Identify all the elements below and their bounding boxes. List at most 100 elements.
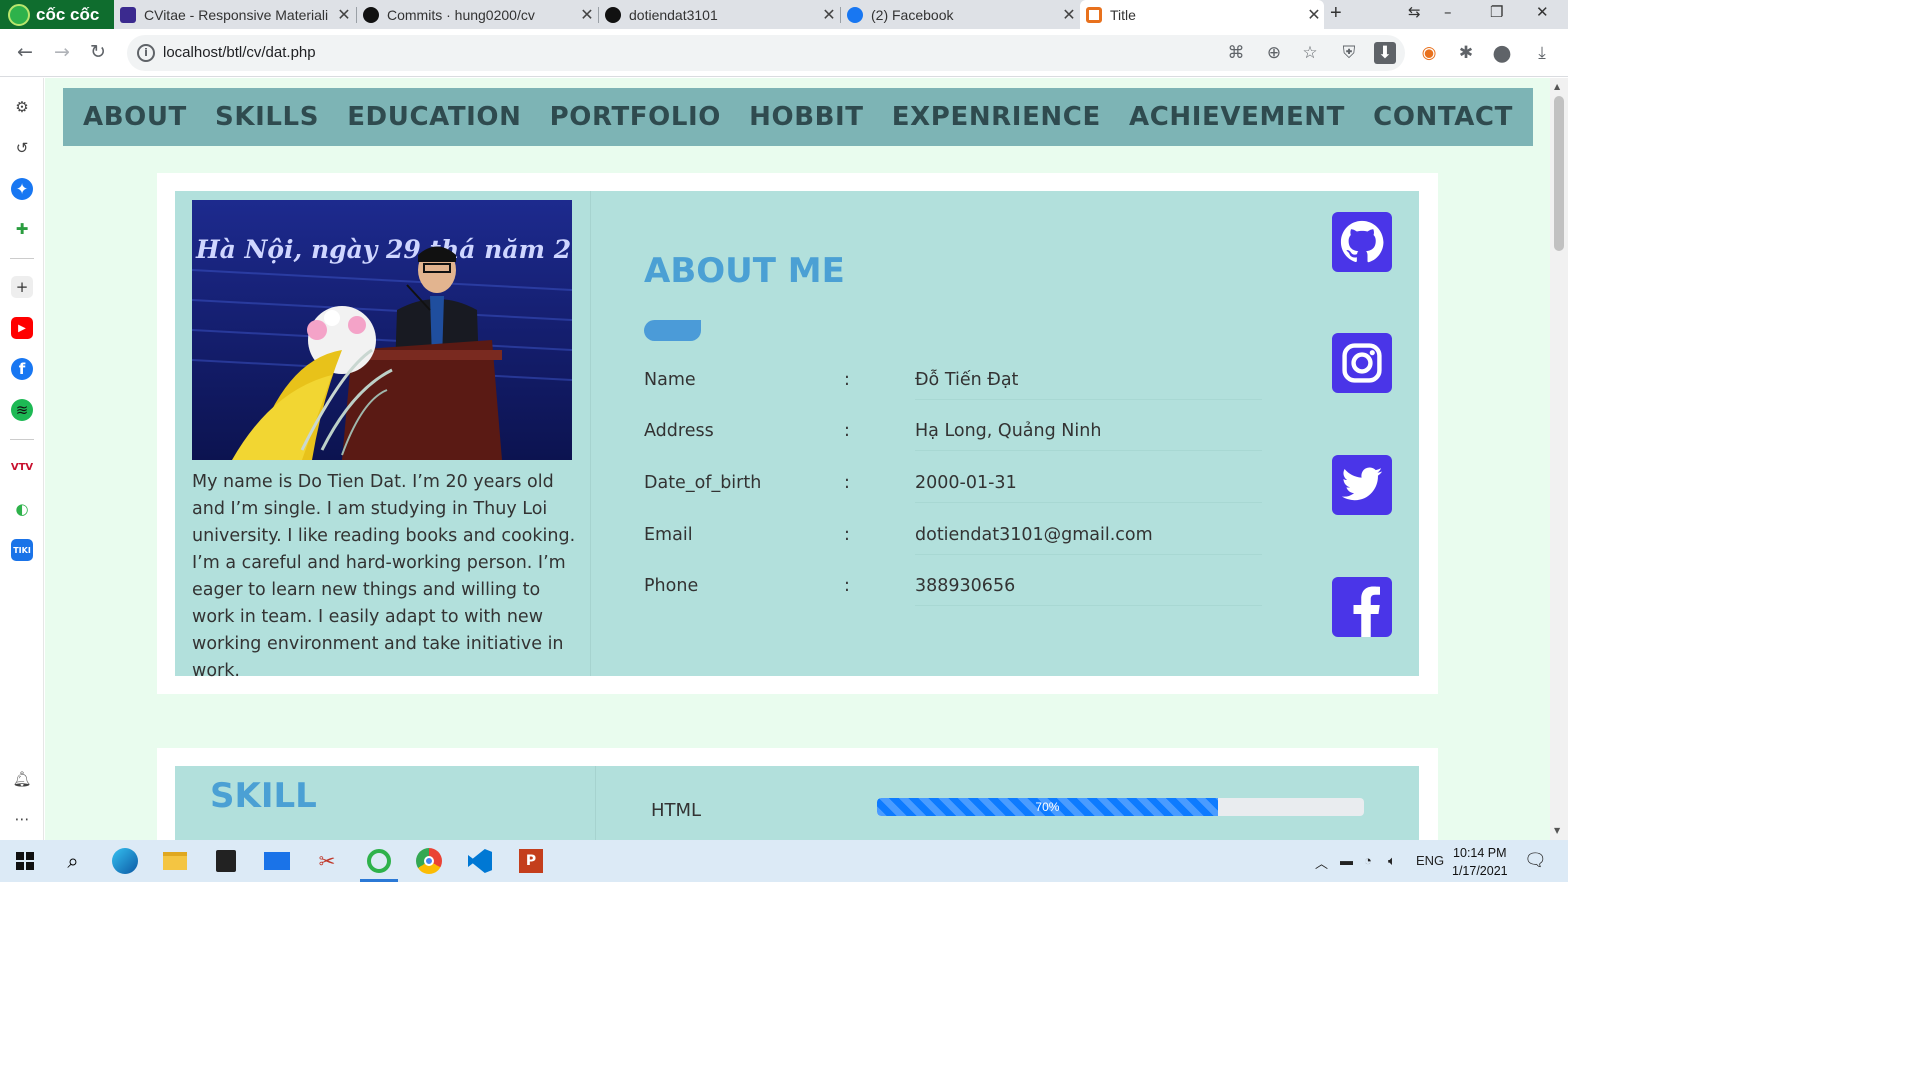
notification-center-icon[interactable]: 🗨︎ [1524,850,1547,871]
taskbar-clock[interactable]: 10:14 PM 1/17/2021 [1452,844,1508,880]
coccoc-icon[interactable]: ◉ [1418,42,1440,64]
main-navbar: ABOUT SKILLS EDUCATION PORTFOLIO HOBBIT … [63,88,1533,146]
close-icon[interactable]: ✕ [577,5,597,25]
tiki-icon[interactable]: TIKI [11,539,33,561]
tab-facebook[interactable]: (2) Facebook ✕ [841,0,1079,29]
close-icon[interactable]: ✕ [1059,5,1079,25]
puzzle-icon[interactable]: ✱ [1455,42,1477,64]
edge-icon[interactable] [100,840,150,882]
restore-button[interactable]: ❐ [1490,3,1503,21]
messenger-icon[interactable]: ✦ [11,178,33,200]
battery-icon[interactable]: ▬ [1340,853,1353,868]
wifi-icon[interactable]: ◔ [1364,853,1372,868]
star-icon[interactable]: ☆ [1299,42,1321,64]
bio-text: My name is Do Tien Dat. I’m 20 years old… [192,472,576,681]
tab-title: Title [1110,6,1136,23]
close-icon[interactable]: ✕ [334,5,354,25]
github-favicon-icon [605,6,621,23]
translate-icon[interactable]: ⌘ [1225,42,1247,64]
facebook-icon [1353,586,1380,637]
twitter-link[interactable] [1332,455,1392,515]
coccoc-game-icon[interactable]: ◐ [11,498,33,520]
minimize-button[interactable]: – [1444,3,1452,21]
scroll-thumb[interactable] [1554,96,1564,251]
nav-achievement[interactable]: ACHIEVEMENT [1129,102,1345,132]
spotify-icon[interactable]: ≋ [11,399,33,421]
tab-dotiendat[interactable]: dotiendat3101 ✕ [599,0,839,29]
start-button[interactable] [0,840,50,882]
vscode-icon[interactable] [455,840,505,882]
notification-bell-icon[interactable]: 🔔︎ [11,768,33,790]
github-link[interactable] [1332,212,1392,272]
nav-hobbit[interactable]: HOBBIT [749,102,864,132]
github-icon [1340,220,1384,263]
page-scrollbar[interactable]: ▲ ▼ [1550,78,1568,840]
nav-education[interactable]: EDUCATION [347,102,521,132]
search-icon[interactable]: ⌕ [48,840,98,882]
info-colon: : [844,525,850,545]
skill-title: SKILL [210,776,317,816]
facebook-icon[interactable]: f [11,358,33,380]
tab-title-active[interactable]: Title ✕ [1080,0,1324,29]
extension-shield-icon[interactable]: ⛨ [1338,42,1360,64]
language-indicator[interactable]: ENG [1416,853,1444,868]
tab-search-icon[interactable]: ⇆ [1408,3,1421,21]
tab-title: CVitae - Responsive Materiali [144,6,329,23]
close-icon[interactable]: ✕ [1304,5,1324,25]
tray-chevron-icon[interactable]: ︿ [1315,853,1328,872]
history-icon[interactable]: ↺ [11,137,33,159]
gamepad-icon[interactable]: ✚ [11,218,33,240]
browser-sidebar: ⚙ ↺ ✦ ✚ + ▶ f ≋ VTV ◐ TIKI 🔔︎ ⋯ [0,78,44,840]
add-icon[interactable]: + [11,276,33,298]
facebook-link[interactable] [1332,577,1392,637]
tab-commits[interactable]: Commits · hung0200/cv ✕ [357,0,597,29]
nav-about[interactable]: ABOUT [83,102,187,132]
page-viewport: ABOUT SKILLS EDUCATION PORTFOLIO HOBBIT … [45,78,1550,840]
nav-skills[interactable]: SKILLS [215,102,319,132]
file-explorer-icon[interactable] [150,840,200,882]
address-bar[interactable]: i localhost/btl/cv/dat.php ⌘ ⊕ ☆ [127,35,1405,71]
zoom-icon[interactable]: ⊕ [1263,42,1285,64]
info-colon: : [844,421,850,441]
chrome-icon[interactable] [404,840,454,882]
snipping-tool-icon[interactable]: ✂ [302,840,352,882]
coccoc-taskbar-icon[interactable] [354,840,404,882]
site-info-icon[interactable]: i [137,44,155,62]
info-colon: : [844,370,850,390]
skill-card: SKILL HTML 70% [157,748,1438,840]
nav-experience[interactable]: EXPENRIENCE [892,102,1101,132]
reload-button[interactable]: ↻ [90,41,106,63]
store-icon[interactable] [201,840,251,882]
info-value: dotiendat3101@gmail.com [915,525,1262,555]
window-close-button[interactable]: ✕ [1536,3,1549,21]
nav-contact[interactable]: CONTACT [1373,102,1513,132]
instagram-icon [1342,343,1382,383]
windows-logo-icon [16,852,34,870]
info-label: Date_of_birth [644,473,762,493]
download-icon[interactable]: ⤓ [1531,42,1553,64]
settings-icon[interactable]: ⚙ [11,96,33,118]
nav-portfolio[interactable]: PORTFOLIO [550,102,721,132]
youtube-icon[interactable]: ▶ [11,317,33,339]
back-button[interactable]: ← [17,41,33,63]
volume-icon[interactable]: 🔈︎ [1388,853,1396,869]
scroll-up-icon[interactable]: ▲ [1554,82,1560,91]
scroll-down-icon[interactable]: ▼ [1554,826,1560,835]
more-icon[interactable]: ⋯ [11,808,33,830]
mail-icon[interactable] [252,840,302,882]
info-label: Email [644,525,693,545]
powerpoint-icon[interactable]: P [506,840,556,882]
profile-icon[interactable]: ● [1491,41,1513,66]
twitter-icon [1341,467,1383,501]
url-text[interactable]: localhost/btl/cv/dat.php [163,44,316,61]
vtv-icon[interactable]: VTV [11,456,33,478]
coccoc-brand-button[interactable]: cốc cốc [0,0,114,29]
new-tab-button[interactable]: + [1330,2,1342,25]
photo-caption-text: Hà Nội, ngày 29 thá năm 20 [195,235,572,264]
tab-cvitae[interactable]: CVitae - Responsive Materiali ✕ [114,0,354,29]
instagram-link[interactable] [1332,333,1392,393]
forward-button[interactable]: → [54,41,70,63]
cvitae-favicon-icon [120,6,136,23]
download-box-icon[interactable]: ⬇ [1374,42,1396,64]
close-icon[interactable]: ✕ [819,5,839,25]
